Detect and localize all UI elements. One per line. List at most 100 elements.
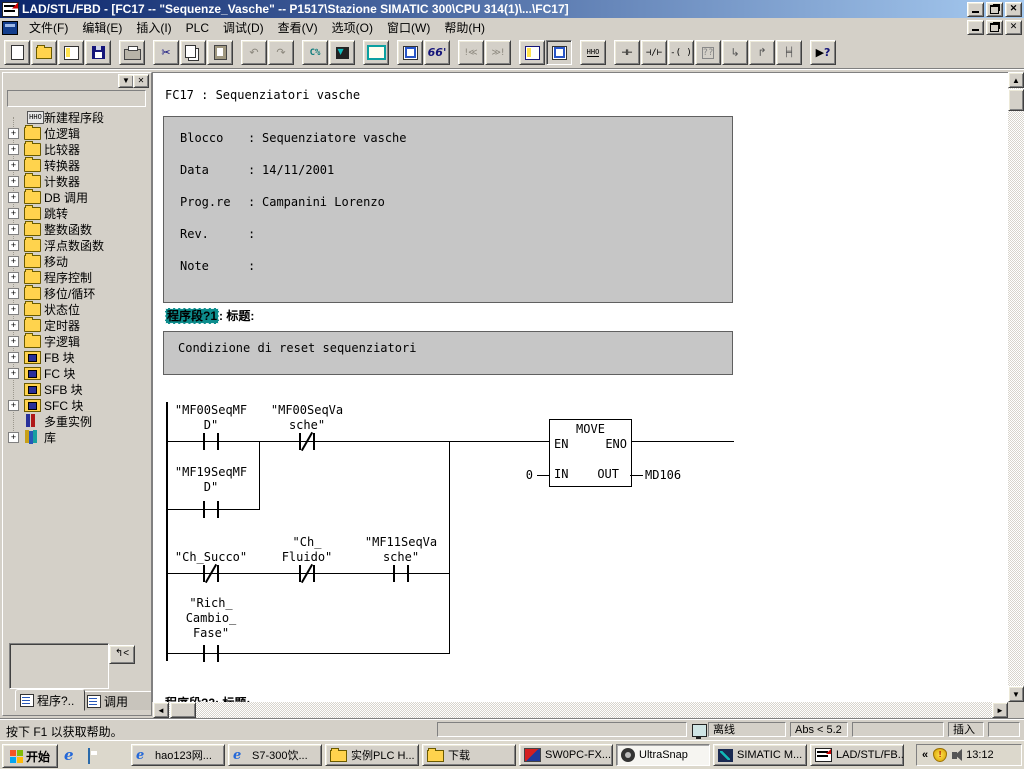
paste-button[interactable] — [207, 40, 233, 65]
expand-icon[interactable] — [8, 176, 19, 187]
tree-item-counter[interactable]: 计数器 — [3, 173, 151, 189]
contact-nc-mf00seqvasche[interactable] — [299, 433, 315, 450]
new-button[interactable] — [4, 40, 30, 65]
tree-item-converter[interactable]: 转换器 — [3, 157, 151, 173]
tab-program-elements[interactable]: 程序?.. — [15, 689, 85, 711]
tree-item-fb-blocks[interactable]: FB 块 — [3, 349, 151, 365]
contact-no-mf19seqmfd[interactable] — [203, 501, 219, 518]
task-ultrasnap[interactable]: UltraSnap — [616, 744, 710, 766]
tree-item-shift-rotate[interactable]: 移位/循环 — [3, 285, 151, 301]
tray-chevron-button[interactable]: « — [922, 749, 928, 761]
overview-close-button[interactable]: ✕ — [133, 74, 149, 88]
menu-view[interactable]: 查看(V) — [271, 17, 325, 38]
quicklaunch-desktop-icon[interactable] — [88, 747, 104, 763]
overview-dropdown-button[interactable]: ▼ — [118, 74, 134, 88]
block-header-box[interactable]: BloccoSequenziatore vasche Data14/11/200… — [163, 116, 733, 303]
task-simatic-manager[interactable]: SIMATIC M... — [713, 744, 807, 766]
address-monitor-button[interactable] — [363, 40, 389, 65]
menu-insert[interactable]: 插入(I) — [129, 17, 178, 38]
expand-icon[interactable] — [8, 144, 19, 155]
contact-no-mf00seqmfd[interactable] — [203, 433, 219, 450]
redo-button[interactable]: ↷ — [268, 40, 294, 65]
scroll-down-arrow[interactable]: ▼ — [1008, 686, 1024, 702]
tree-item-fc-blocks[interactable]: FC 块 — [3, 365, 151, 381]
overview-filter-box[interactable] — [7, 90, 146, 107]
expand-icon[interactable] — [8, 320, 19, 331]
overview-listbox[interactable] — [9, 643, 109, 689]
tab-call-structure[interactable]: 调用 — [82, 691, 152, 711]
move-out-operand[interactable]: MD106 — [645, 468, 681, 482]
tree-item-new-network[interactable]: 新建程序段 — [3, 109, 151, 125]
contact-label-mf00seqvasche[interactable]: "MF00SeqVasche" — [259, 403, 355, 433]
expand-icon[interactable] — [8, 368, 19, 379]
contact-label-rich-cambio-fase[interactable]: "Rich_Cambio_Fase" — [163, 596, 259, 641]
contact-nc-ch-succo[interactable] — [203, 565, 219, 582]
tree-item-timer[interactable]: 定时器 — [3, 317, 151, 333]
expand-icon[interactable] — [8, 256, 19, 267]
menu-help[interactable]: 帮助(H) — [437, 17, 492, 38]
tree-item-comparator[interactable]: 比较器 — [3, 141, 151, 157]
scroll-left-arrow[interactable]: ◄ — [153, 702, 169, 718]
task-lad-editor[interactable]: LAD/STL/FB... — [810, 744, 904, 766]
contact-label-mf19seqmfd[interactable]: "MF19SeqMFD" — [163, 465, 259, 495]
minimize-button[interactable] — [967, 2, 984, 17]
monitor-button[interactable]: 66' — [424, 40, 450, 65]
cut-button[interactable]: ✂ — [153, 40, 179, 65]
tree-item-db-call[interactable]: DB 调用 — [3, 189, 151, 205]
child-restore-button[interactable] — [986, 20, 1003, 35]
expand-icon[interactable] — [8, 208, 19, 219]
tree-item-sfb-blocks[interactable]: SFB 块 — [3, 381, 151, 397]
expand-icon[interactable] — [8, 192, 19, 203]
tree-item-move[interactable]: 移动 — [3, 253, 151, 269]
print-button[interactable] — [119, 40, 145, 65]
move-box[interactable]: MOVE EN ENO IN OUT — [549, 419, 632, 487]
overview-toggle-button[interactable] — [519, 40, 545, 65]
contact-label-ch-fluido[interactable]: "Ch_Fluido" — [259, 535, 355, 565]
coil-button[interactable]: -( ) — [668, 40, 694, 65]
new-network-button[interactable]: HHO — [580, 40, 606, 65]
next-error-button[interactable]: ≫! — [485, 40, 511, 65]
tree-item-float-fn[interactable]: 浮点数函数 — [3, 237, 151, 253]
tree-item-word-logic[interactable]: 字逻辑 — [3, 333, 151, 349]
tree-item-integer-fn[interactable]: 整数函数 — [3, 221, 151, 237]
task-sw0pc[interactable]: SW0PC-FX... — [519, 744, 613, 766]
contact-no-mf11seqvasche[interactable] — [393, 565, 409, 582]
contact-no-button[interactable]: ⊣⊢ — [614, 40, 640, 65]
menu-file[interactable]: 文件(F) — [22, 17, 75, 38]
menu-debug[interactable]: 调试(D) — [216, 17, 271, 38]
menu-plc[interactable]: PLC — [179, 19, 216, 37]
contact-label-mf00seqmfd[interactable]: "MF00SeqMFD" — [163, 403, 259, 433]
menu-window[interactable]: 窗口(W) — [380, 17, 437, 38]
expand-icon[interactable] — [8, 400, 19, 411]
quicklaunch-ie-icon[interactable]: e — [64, 747, 80, 763]
tree-item-status-bit[interactable]: 状态位 — [3, 301, 151, 317]
expand-icon[interactable] — [8, 432, 19, 443]
contact-label-mf11seqvasche[interactable]: "MF11SeqVasche" — [353, 535, 449, 565]
child-close-button[interactable]: ✕ — [1005, 20, 1022, 35]
tree-item-program-control[interactable]: 程序控制 — [3, 269, 151, 285]
expand-icon[interactable] — [8, 336, 19, 347]
volume-icon[interactable] — [952, 752, 957, 759]
expand-icon[interactable] — [8, 272, 19, 283]
menu-edit[interactable]: 编辑(E) — [75, 17, 129, 38]
start-button[interactable]: 开始 — [2, 744, 58, 768]
zoom-view-button[interactable] — [546, 40, 572, 65]
menu-options[interactable]: 选项(O) — [325, 17, 380, 38]
prev-error-button[interactable]: !≪ — [458, 40, 484, 65]
expand-icon[interactable] — [8, 288, 19, 299]
close-branch-button[interactable]: ↱ — [749, 40, 775, 65]
undo-button[interactable]: ↶ — [241, 40, 267, 65]
horizontal-scrollbar[interactable]: ◄ ► — [153, 702, 1008, 718]
help-cursor-button[interactable]: ▶? — [810, 40, 836, 65]
vertical-scroll-thumb[interactable] — [1008, 89, 1024, 111]
save-button[interactable] — [85, 40, 111, 65]
expand-icon[interactable] — [8, 160, 19, 171]
document-icon[interactable] — [2, 21, 18, 35]
task-downloads-folder[interactable]: 下载 — [422, 744, 516, 766]
network-comment-box[interactable]: Condizione di reset sequenziatori — [163, 331, 733, 375]
contact-no-rich-cambio-fase[interactable] — [203, 645, 219, 662]
restore-button[interactable] — [986, 2, 1003, 17]
task-plc-folder[interactable]: 实例PLC H... — [325, 744, 419, 766]
vertical-scrollbar[interactable]: ▲ ▼ — [1008, 72, 1024, 702]
online-button[interactable] — [58, 40, 84, 65]
